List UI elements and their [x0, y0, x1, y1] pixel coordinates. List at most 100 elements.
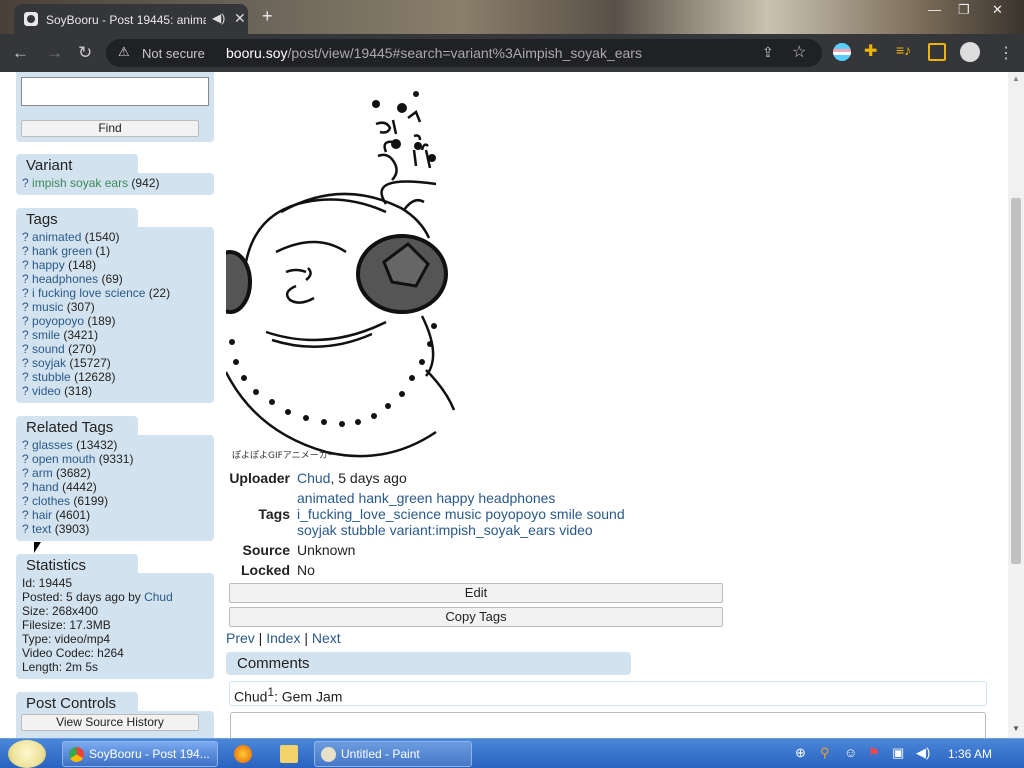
start-button[interactable]	[8, 740, 46, 768]
firefox-icon[interactable]	[234, 745, 252, 763]
tag-link[interactable]: smile	[32, 328, 60, 342]
tag-link[interactable]: headphones	[32, 272, 98, 286]
scroll-down-icon[interactable]: ▼	[1012, 724, 1020, 733]
tag-help-link[interactable]: ?	[22, 328, 29, 342]
search-tray-icon[interactable]: ⚲	[820, 745, 830, 761]
tag-link[interactable]: i fucking love science	[32, 286, 145, 300]
list-item[interactable]: ? poyopoyo (189)	[22, 314, 208, 328]
folder-icon[interactable]	[280, 745, 298, 763]
tag-link[interactable]: hank green	[32, 244, 92, 258]
index-link[interactable]: Index	[266, 630, 300, 646]
share-icon[interactable]: ⇪	[762, 44, 774, 61]
list-item[interactable]: ? soyjak (15727)	[22, 356, 208, 370]
scroll-up-icon[interactable]: ▲	[1012, 74, 1020, 83]
tag-link[interactable]: soyjak	[32, 356, 66, 370]
list-item[interactable]: ? hank green (1)	[22, 244, 208, 258]
comment-author[interactable]: Chud	[234, 689, 267, 705]
tag-help-link[interactable]: ?	[22, 522, 29, 536]
list-item[interactable]: ? happy (148)	[22, 258, 208, 272]
edit-button[interactable]: Edit	[229, 583, 723, 603]
tag-link[interactable]: happy	[32, 258, 65, 272]
tag-link[interactable]: clothes	[32, 494, 70, 508]
tag-help-link[interactable]: ?	[22, 356, 29, 370]
tag-link[interactable]: music	[32, 300, 63, 314]
post-tags-line-2[interactable]: i_fucking_love_science music poyopoyo sm…	[297, 506, 625, 522]
tag-help-link[interactable]: ?	[22, 480, 29, 494]
view-source-history-button[interactable]: View Source History	[21, 714, 199, 731]
tag-help-link[interactable]: ?	[22, 384, 29, 398]
maximize-button[interactable]: ❐	[958, 2, 970, 18]
tag-link[interactable]: sound	[32, 342, 65, 356]
tag-help-link[interactable]: ?	[22, 244, 29, 258]
tag-link[interactable]: stubble	[32, 370, 71, 384]
tag-help-link[interactable]: ?	[22, 314, 29, 328]
tag-link[interactable]: video	[32, 384, 61, 398]
tag-link[interactable]: hair	[32, 508, 52, 522]
list-item[interactable]: ? video (318)	[22, 384, 208, 398]
comment-textarea[interactable]	[230, 712, 986, 738]
list-item[interactable]: ? hand (4442)	[22, 480, 208, 494]
page-scrollbar[interactable]: ▲ ▼	[1008, 72, 1024, 738]
taskbar-item-paint[interactable]: Untitled - Paint	[314, 741, 472, 767]
minimize-button[interactable]: —	[928, 2, 941, 17]
speaker-icon[interactable]: ◀)	[212, 11, 225, 25]
list-item[interactable]: ? i fucking love science (22)	[22, 286, 208, 300]
volume-icon[interactable]: ◀)	[916, 745, 930, 761]
tag-help-link[interactable]: ?	[22, 370, 29, 384]
scrollbar-thumb[interactable]	[1011, 198, 1021, 564]
media-queue-icon[interactable]: ≡♪	[896, 42, 914, 60]
post-tags-line-3[interactable]: soyjak stubble variant:impish_soyak_ears…	[297, 522, 593, 538]
tag-link[interactable]: open mouth	[32, 452, 95, 466]
browser-tab[interactable]: SoyBooru - Post 19445: animated ◀) ✕	[14, 4, 248, 34]
address-bar[interactable]: ⚠ Not secure booru.soy/post/view/19445#s…	[106, 39, 822, 67]
prev-link[interactable]: Prev	[226, 630, 255, 646]
star-icon[interactable]: ☆	[792, 42, 806, 62]
close-window-button[interactable]: ✕	[992, 2, 1003, 18]
tag-help-link[interactable]: ?	[22, 300, 29, 314]
network-globe-icon[interactable]: ⊕	[795, 745, 806, 761]
taskbar-item-browser[interactable]: SoyBooru - Post 194...	[62, 741, 218, 767]
next-link[interactable]: Next	[312, 630, 341, 646]
back-icon[interactable]: ←	[12, 43, 29, 63]
clock[interactable]: 1:36 AM	[948, 747, 992, 761]
flag-icon[interactable]: ⚑	[868, 745, 880, 761]
forward-icon[interactable]: →	[46, 43, 63, 63]
find-button[interactable]: Find	[21, 120, 199, 137]
tag-help-link[interactable]: ?	[22, 342, 29, 356]
tag-link[interactable]: glasses	[32, 438, 73, 452]
list-item[interactable]: ? headphones (69)	[22, 272, 208, 286]
tag-help-link[interactable]: ?	[22, 466, 29, 480]
post-image[interactable]: ぽよぽよGIFアニメーカー	[226, 72, 494, 464]
network-icon[interactable]: ▣	[892, 745, 904, 761]
tag-help-link[interactable]: ?	[22, 230, 29, 244]
tag-link[interactable]: animated	[32, 230, 81, 244]
tab-close-icon[interactable]: ✕	[234, 10, 246, 27]
security-label[interactable]: Not secure	[142, 46, 205, 61]
tag-help-link[interactable]: ?	[22, 452, 29, 466]
reload-icon[interactable]: ↻	[78, 43, 92, 63]
list-item[interactable]: ? impish soyak ears (942)	[22, 176, 208, 190]
url-text[interactable]: booru.soy/post/view/19445#search=variant…	[226, 45, 642, 61]
tag-help-link[interactable]: ?	[22, 494, 29, 508]
tag-link[interactable]: poyopoyo	[32, 314, 84, 328]
tag-help-link[interactable]: ?	[22, 438, 29, 452]
poster-link[interactable]: Chud	[144, 590, 173, 604]
tag-help-link[interactable]: ?	[22, 286, 29, 300]
tag-help-link[interactable]: ?	[22, 272, 29, 286]
list-item[interactable]: ? stubble (12628)	[22, 370, 208, 384]
profile-icon[interactable]	[960, 42, 980, 62]
list-item[interactable]: ? arm (3682)	[22, 466, 208, 480]
list-item[interactable]: ? smile (3421)	[22, 328, 208, 342]
copy-tags-button[interactable]: Copy Tags	[229, 607, 723, 627]
list-item[interactable]: ? glasses (13432)	[22, 438, 208, 452]
post-tags-line-1[interactable]: animated hank_green happy headphones	[297, 490, 555, 506]
extension-icon[interactable]: ✚	[864, 41, 882, 60]
tag-link[interactable]: arm	[32, 466, 53, 480]
messenger-icon[interactable]: ☺	[844, 745, 857, 760]
list-item[interactable]: ? text (3903)	[22, 522, 208, 536]
extension-flag-icon[interactable]	[833, 43, 851, 61]
side-panel-icon[interactable]	[928, 43, 946, 61]
tag-help-link[interactable]: ?	[22, 508, 29, 522]
list-item[interactable]: ? open mouth (9331)	[22, 452, 208, 466]
tag-help-link[interactable]: ?	[22, 258, 29, 272]
